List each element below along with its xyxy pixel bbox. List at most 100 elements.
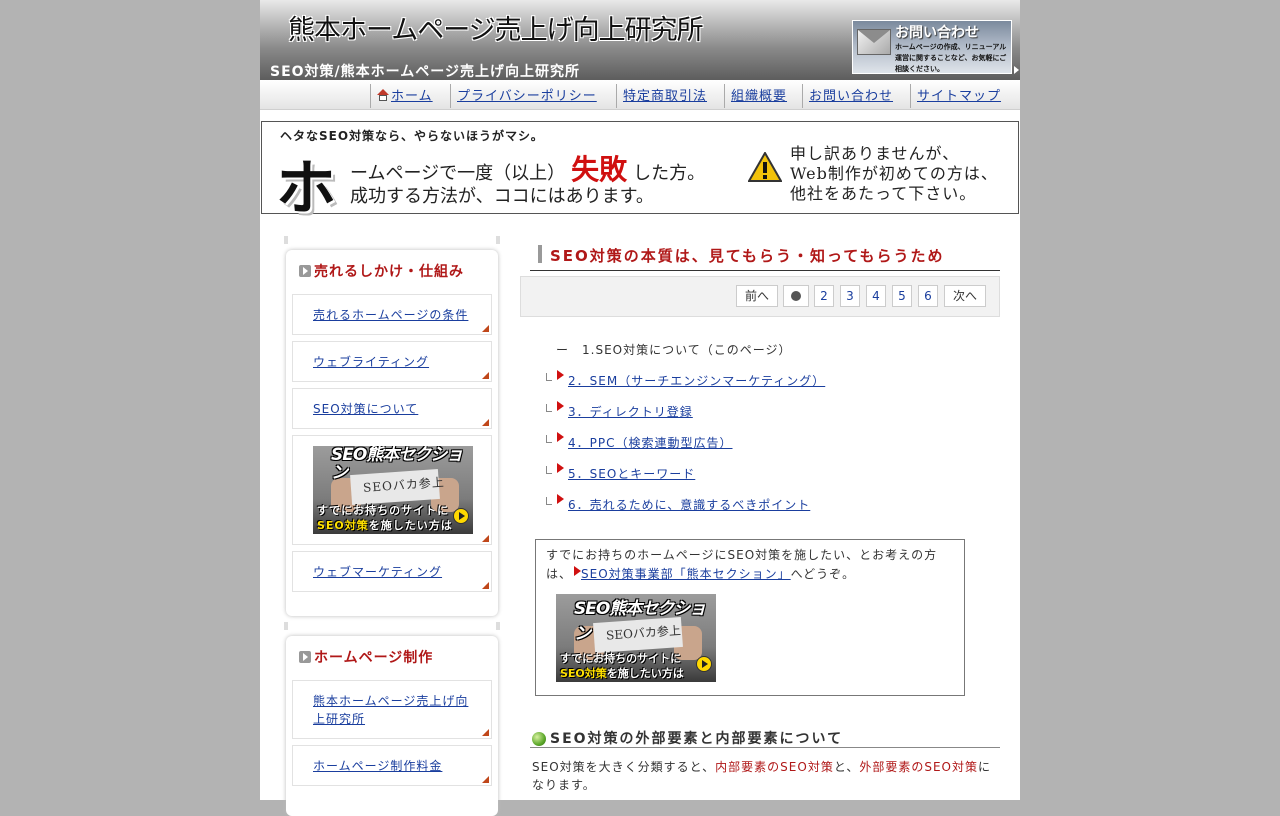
pager-prev-button[interactable]: 前へ bbox=[736, 285, 778, 307]
tree-elbow-icon bbox=[546, 497, 552, 505]
toc-link[interactable]: 4．PPC（検索連動型広告） bbox=[568, 434, 733, 451]
sidebar-box-decor bbox=[284, 236, 500, 244]
sidebar-link[interactable]: ホームページ制作料金 bbox=[313, 759, 442, 773]
pager-page-link[interactable]: 6 bbox=[918, 285, 938, 307]
pager-current bbox=[783, 285, 809, 307]
pager-page-link[interactable]: 3 bbox=[840, 285, 860, 307]
seo-banner-caption2-rest: を施したい方は bbox=[368, 519, 453, 532]
contact-banner-text: ホームページの作成、リニューアル運営に関することなど、お気軽にご相談ください。 bbox=[895, 43, 1007, 73]
nav-link-contact[interactable]: お問い合わせ bbox=[809, 89, 893, 104]
corner-arrow-icon bbox=[482, 729, 489, 736]
tree-elbow-icon bbox=[546, 466, 552, 474]
toc-link[interactable]: 3．ディレクトリ登録 bbox=[568, 403, 693, 420]
sidebar-link[interactable]: 熊本ホームページ売上げ向上研究所 bbox=[313, 694, 468, 726]
nav-link-home[interactable]: ホーム bbox=[391, 89, 433, 104]
toc-dash: ー bbox=[556, 343, 570, 357]
banner-line1-post: した方。 bbox=[633, 163, 706, 184]
pager-next-button[interactable]: 次へ bbox=[944, 285, 986, 307]
sidebar-item[interactable]: ウェブライティング bbox=[292, 341, 492, 382]
sidebar-box-title: ホームページ制作 bbox=[286, 636, 498, 680]
section-heading: SEO対策の外部要素と内部要素について bbox=[530, 726, 1000, 748]
pager-page-link[interactable]: 2 bbox=[814, 285, 834, 307]
table-of-contents: ー 1.SEO対策について（このページ） 2．SEM（サーチエンジンマーケティン… bbox=[544, 340, 984, 526]
seo-banner-title: SEO熊本セクション bbox=[331, 446, 463, 483]
tree-elbow-icon bbox=[546, 373, 552, 381]
seo-section-banner[interactable]: SEOバカ参上 SEO熊本セクション すでにお持ちのサイトに SEO対策を施した… bbox=[556, 594, 716, 682]
nav-item-sitemap[interactable]: サイトマップ bbox=[910, 84, 1001, 108]
note-banner-wrapper[interactable]: SEOバカ参上 SEO熊本セクション すでにお持ちのサイトに SEO対策を施した… bbox=[556, 594, 716, 682]
banner-line2: 成功する方法が、ココにはあります。 bbox=[350, 186, 654, 207]
toc-link[interactable]: 2．SEM（サーチエンジンマーケティング） bbox=[568, 372, 825, 389]
corner-arrow-icon bbox=[482, 535, 489, 542]
seo-section-banner[interactable]: SEOバカ参上 SEO熊本セクション すでにお持ちのサイトに SEO対策を施した… bbox=[313, 446, 473, 534]
contact-banner[interactable]: お問い合わせ ホームページの作成、リニューアル運営に関することなど、お気軽にご相… bbox=[852, 20, 1012, 74]
corner-arrow-icon bbox=[482, 325, 489, 332]
sidebar-item[interactable]: SEO対策について bbox=[292, 388, 492, 429]
nav-link-sitemap[interactable]: サイトマップ bbox=[917, 89, 1001, 104]
red-triangle-icon bbox=[557, 370, 564, 380]
note-text: すでにお持ちのホームページにSEO対策を施したい、とお考えの方は、 SEO対策事業… bbox=[546, 546, 956, 584]
nav-item-tokutei[interactable]: 特定商取引法 bbox=[616, 84, 707, 108]
page-title: SEO対策の本質は、見てもらう・知ってもらうため bbox=[550, 247, 945, 265]
banner-sorry-line3: 他社をあたって下さい。 bbox=[790, 184, 977, 203]
nav-item-organization[interactable]: 組織概要 bbox=[724, 84, 787, 108]
toc-item[interactable]: 4．PPC（検索連動型広告） bbox=[544, 432, 984, 464]
intro-mid: と、 bbox=[833, 760, 860, 774]
nav-item-home[interactable]: ホーム bbox=[370, 84, 433, 108]
corner-arrow-icon bbox=[482, 419, 489, 426]
sidebar-item[interactable]: 売れるホームページの条件 bbox=[292, 294, 492, 335]
pager-page-link[interactable]: 4 bbox=[866, 285, 886, 307]
sidebar-item[interactable]: ウェブマーケティング bbox=[292, 551, 492, 592]
seo-section-link[interactable]: SEO対策事業部「熊本セクション」 bbox=[581, 567, 791, 581]
bullet-arrow-icon bbox=[299, 651, 311, 663]
sidebar-link[interactable]: ウェブマーケティング bbox=[313, 565, 442, 579]
intro-red1: 内部要素のSEO対策 bbox=[715, 760, 834, 774]
toc-link[interactable]: 6．売れるために、意識するべきポイント bbox=[568, 496, 810, 513]
nav-link-tokutei[interactable]: 特定商取引法 bbox=[623, 89, 707, 104]
green-ball-icon bbox=[532, 732, 546, 746]
sidebar-box-title-text: 売れるしかけ・仕組み bbox=[314, 264, 464, 280]
sidebar-link[interactable]: SEO対策について bbox=[313, 402, 418, 416]
pager-page-link[interactable]: 5 bbox=[892, 285, 912, 307]
nav-link-organization[interactable]: 組織概要 bbox=[731, 89, 787, 104]
seo-banner-caption2: SEO対策を施したい方は bbox=[560, 665, 684, 681]
toc-item[interactable]: 2．SEM（サーチエンジンマーケティング） bbox=[544, 370, 984, 402]
section-intro: SEO対策を大きく分類すると、内部要素のSEO対策と、外部要素のSEO対策になり… bbox=[532, 758, 992, 794]
seo-banner-caption1: すでにお持ちのサイトに bbox=[560, 652, 682, 665]
arrow-right-icon bbox=[1014, 66, 1019, 74]
site-title[interactable]: 熊本ホームページ売上げ向上研究所 bbox=[288, 8, 704, 47]
site-subtitle: SEO対策/熊本ホームページ売上げ向上研究所 bbox=[270, 64, 580, 80]
nav-item-privacy[interactable]: プライバシーポリシー bbox=[450, 84, 597, 108]
tree-elbow-icon bbox=[546, 435, 552, 443]
page-heading: SEO対策の本質は、見てもらう・知ってもらうため bbox=[530, 242, 1000, 271]
toc-current: ー 1.SEO対策について（このページ） bbox=[544, 340, 984, 371]
toc-item[interactable]: 5．SEOとキーワード bbox=[544, 463, 984, 495]
toc-item[interactable]: 6．売れるために、意識するべきポイント bbox=[544, 494, 984, 526]
bullet-arrow-icon bbox=[299, 265, 311, 277]
heading-bar bbox=[538, 245, 542, 263]
sidebar-link[interactable]: ウェブライティング bbox=[313, 355, 429, 369]
sidebar-item[interactable]: 熊本ホームページ売上げ向上研究所 bbox=[292, 680, 492, 739]
banner-sorry: 申し訳ありませんが、 Web制作が初めての方は、 他社をあたって下さい。 bbox=[790, 144, 998, 204]
sidebar-box-sales: 売れるしかけ・仕組み 売れるホームページの条件 ウェブライティング SEO対策に… bbox=[284, 236, 500, 616]
banner-sorry-line1: 申し訳ありませんが、 bbox=[790, 144, 960, 163]
toc-link[interactable]: 5．SEOとキーワード bbox=[568, 465, 695, 482]
red-triangle-icon bbox=[557, 463, 564, 473]
corner-arrow-icon bbox=[482, 582, 489, 589]
red-triangle-icon bbox=[557, 432, 564, 442]
envelope-icon bbox=[857, 29, 891, 55]
hero-banner: ヘタなSEO対策なら、やらないほうがマシ。 ホ ームページで一度（以上） 失敗 した… bbox=[261, 121, 1019, 224]
sidebar-item-banner[interactable]: SEOバカ参上 SEO熊本セクション すでにお持ちのサイトに SEO対策を施した… bbox=[292, 435, 492, 545]
sidebar-item[interactable]: ホームページ制作料金 bbox=[292, 745, 492, 786]
nav-item-contact[interactable]: お問い合わせ bbox=[802, 84, 893, 108]
nav-link-privacy[interactable]: プライバシーポリシー bbox=[457, 89, 597, 104]
banner-line1-pre: ームページで一度（以上） bbox=[350, 163, 566, 184]
current-page-dot-icon bbox=[791, 291, 801, 301]
banner-sorry-line2: Web制作が初めての方は、 bbox=[790, 164, 998, 183]
sidebar-link[interactable]: 売れるホームページの条件 bbox=[313, 308, 468, 322]
seo-section-note: すでにお持ちのホームページにSEO対策を施したい、とお考えの方は、 SEO対策事業… bbox=[535, 539, 965, 696]
toc-item[interactable]: 3．ディレクトリ登録 bbox=[544, 401, 984, 433]
sidebar-box-production: ホームページ制作 熊本ホームページ売上げ向上研究所 ホームページ制作料金 bbox=[284, 622, 500, 816]
seo-banner-caption2-yellow: SEO対策 bbox=[560, 667, 607, 680]
play-icon bbox=[696, 656, 712, 672]
